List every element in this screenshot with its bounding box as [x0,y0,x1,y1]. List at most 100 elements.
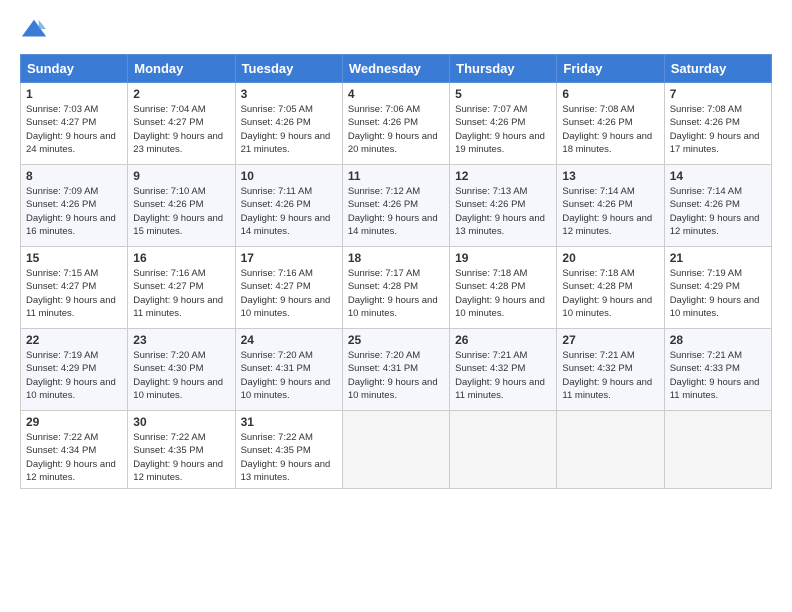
day-info: Sunrise: 7:20 AM Sunset: 4:31 PM Dayligh… [241,350,331,401]
calendar-cell: 4 Sunrise: 7:06 AM Sunset: 4:26 PM Dayli… [342,83,449,165]
calendar-cell: 10 Sunrise: 7:11 AM Sunset: 4:26 PM Dayl… [235,165,342,247]
day-number: 14 [670,169,766,183]
calendar-header-row: SundayMondayTuesdayWednesdayThursdayFrid… [21,55,772,83]
day-info: Sunrise: 7:18 AM Sunset: 4:28 PM Dayligh… [455,268,545,319]
day-info: Sunrise: 7:17 AM Sunset: 4:28 PM Dayligh… [348,268,438,319]
day-number: 24 [241,333,337,347]
day-number: 29 [26,415,122,429]
day-info: Sunrise: 7:16 AM Sunset: 4:27 PM Dayligh… [241,268,331,319]
day-info: Sunrise: 7:10 AM Sunset: 4:26 PM Dayligh… [133,186,223,237]
day-info: Sunrise: 7:22 AM Sunset: 4:35 PM Dayligh… [241,432,331,483]
day-number: 7 [670,87,766,101]
day-number: 25 [348,333,444,347]
calendar-header-saturday: Saturday [664,55,771,83]
calendar-header-sunday: Sunday [21,55,128,83]
calendar-cell: 25 Sunrise: 7:20 AM Sunset: 4:31 PM Dayl… [342,329,449,411]
page: SundayMondayTuesdayWednesdayThursdayFrid… [0,0,792,612]
calendar-cell: 8 Sunrise: 7:09 AM Sunset: 4:26 PM Dayli… [21,165,128,247]
day-number: 6 [562,87,658,101]
day-info: Sunrise: 7:21 AM Sunset: 4:32 PM Dayligh… [455,350,545,401]
calendar-cell: 6 Sunrise: 7:08 AM Sunset: 4:26 PM Dayli… [557,83,664,165]
day-number: 28 [670,333,766,347]
calendar-cell: 20 Sunrise: 7:18 AM Sunset: 4:28 PM Dayl… [557,247,664,329]
calendar-header-tuesday: Tuesday [235,55,342,83]
day-number: 9 [133,169,229,183]
day-info: Sunrise: 7:05 AM Sunset: 4:26 PM Dayligh… [241,104,331,155]
day-number: 11 [348,169,444,183]
calendar-week-row-4: 22 Sunrise: 7:19 AM Sunset: 4:29 PM Dayl… [21,329,772,411]
calendar-week-row-3: 15 Sunrise: 7:15 AM Sunset: 4:27 PM Dayl… [21,247,772,329]
calendar-header-wednesday: Wednesday [342,55,449,83]
day-info: Sunrise: 7:18 AM Sunset: 4:28 PM Dayligh… [562,268,652,319]
day-info: Sunrise: 7:21 AM Sunset: 4:32 PM Dayligh… [562,350,652,401]
day-number: 22 [26,333,122,347]
calendar-cell: 18 Sunrise: 7:17 AM Sunset: 4:28 PM Dayl… [342,247,449,329]
calendar-cell [342,411,449,489]
calendar: SundayMondayTuesdayWednesdayThursdayFrid… [20,54,772,489]
calendar-cell [450,411,557,489]
day-info: Sunrise: 7:03 AM Sunset: 4:27 PM Dayligh… [26,104,116,155]
calendar-cell: 28 Sunrise: 7:21 AM Sunset: 4:33 PM Dayl… [664,329,771,411]
day-number: 27 [562,333,658,347]
day-info: Sunrise: 7:22 AM Sunset: 4:34 PM Dayligh… [26,432,116,483]
day-number: 19 [455,251,551,265]
calendar-cell [664,411,771,489]
day-number: 3 [241,87,337,101]
calendar-cell: 11 Sunrise: 7:12 AM Sunset: 4:26 PM Dayl… [342,165,449,247]
calendar-cell: 9 Sunrise: 7:10 AM Sunset: 4:26 PM Dayli… [128,165,235,247]
calendar-cell [557,411,664,489]
day-number: 20 [562,251,658,265]
day-info: Sunrise: 7:21 AM Sunset: 4:33 PM Dayligh… [670,350,760,401]
day-info: Sunrise: 7:14 AM Sunset: 4:26 PM Dayligh… [562,186,652,237]
day-info: Sunrise: 7:15 AM Sunset: 4:27 PM Dayligh… [26,268,116,319]
calendar-cell: 17 Sunrise: 7:16 AM Sunset: 4:27 PM Dayl… [235,247,342,329]
calendar-cell: 24 Sunrise: 7:20 AM Sunset: 4:31 PM Dayl… [235,329,342,411]
day-number: 31 [241,415,337,429]
calendar-cell: 22 Sunrise: 7:19 AM Sunset: 4:29 PM Dayl… [21,329,128,411]
calendar-cell: 13 Sunrise: 7:14 AM Sunset: 4:26 PM Dayl… [557,165,664,247]
day-number: 1 [26,87,122,101]
day-info: Sunrise: 7:22 AM Sunset: 4:35 PM Dayligh… [133,432,223,483]
day-number: 2 [133,87,229,101]
logo-icon [20,16,48,44]
calendar-cell: 27 Sunrise: 7:21 AM Sunset: 4:32 PM Dayl… [557,329,664,411]
calendar-cell: 7 Sunrise: 7:08 AM Sunset: 4:26 PM Dayli… [664,83,771,165]
calendar-cell: 21 Sunrise: 7:19 AM Sunset: 4:29 PM Dayl… [664,247,771,329]
day-number: 30 [133,415,229,429]
header [20,16,772,44]
calendar-cell: 5 Sunrise: 7:07 AM Sunset: 4:26 PM Dayli… [450,83,557,165]
calendar-cell: 16 Sunrise: 7:16 AM Sunset: 4:27 PM Dayl… [128,247,235,329]
calendar-cell: 1 Sunrise: 7:03 AM Sunset: 4:27 PM Dayli… [21,83,128,165]
day-info: Sunrise: 7:20 AM Sunset: 4:31 PM Dayligh… [348,350,438,401]
logo [20,16,52,44]
day-info: Sunrise: 7:20 AM Sunset: 4:30 PM Dayligh… [133,350,223,401]
day-info: Sunrise: 7:08 AM Sunset: 4:26 PM Dayligh… [670,104,760,155]
day-number: 21 [670,251,766,265]
calendar-cell: 14 Sunrise: 7:14 AM Sunset: 4:26 PM Dayl… [664,165,771,247]
calendar-cell: 3 Sunrise: 7:05 AM Sunset: 4:26 PM Dayli… [235,83,342,165]
calendar-cell: 26 Sunrise: 7:21 AM Sunset: 4:32 PM Dayl… [450,329,557,411]
day-number: 16 [133,251,229,265]
calendar-week-row-1: 1 Sunrise: 7:03 AM Sunset: 4:27 PM Dayli… [21,83,772,165]
day-number: 13 [562,169,658,183]
calendar-cell: 29 Sunrise: 7:22 AM Sunset: 4:34 PM Dayl… [21,411,128,489]
day-number: 10 [241,169,337,183]
calendar-cell: 12 Sunrise: 7:13 AM Sunset: 4:26 PM Dayl… [450,165,557,247]
calendar-cell: 19 Sunrise: 7:18 AM Sunset: 4:28 PM Dayl… [450,247,557,329]
day-number: 15 [26,251,122,265]
day-info: Sunrise: 7:19 AM Sunset: 4:29 PM Dayligh… [26,350,116,401]
calendar-cell: 23 Sunrise: 7:20 AM Sunset: 4:30 PM Dayl… [128,329,235,411]
calendar-header-friday: Friday [557,55,664,83]
day-info: Sunrise: 7:09 AM Sunset: 4:26 PM Dayligh… [26,186,116,237]
day-number: 12 [455,169,551,183]
day-info: Sunrise: 7:19 AM Sunset: 4:29 PM Dayligh… [670,268,760,319]
calendar-week-row-5: 29 Sunrise: 7:22 AM Sunset: 4:34 PM Dayl… [21,411,772,489]
day-number: 5 [455,87,551,101]
day-number: 23 [133,333,229,347]
calendar-cell: 15 Sunrise: 7:15 AM Sunset: 4:27 PM Dayl… [21,247,128,329]
calendar-cell: 30 Sunrise: 7:22 AM Sunset: 4:35 PM Dayl… [128,411,235,489]
day-info: Sunrise: 7:06 AM Sunset: 4:26 PM Dayligh… [348,104,438,155]
day-info: Sunrise: 7:07 AM Sunset: 4:26 PM Dayligh… [455,104,545,155]
calendar-cell: 31 Sunrise: 7:22 AM Sunset: 4:35 PM Dayl… [235,411,342,489]
calendar-week-row-2: 8 Sunrise: 7:09 AM Sunset: 4:26 PM Dayli… [21,165,772,247]
